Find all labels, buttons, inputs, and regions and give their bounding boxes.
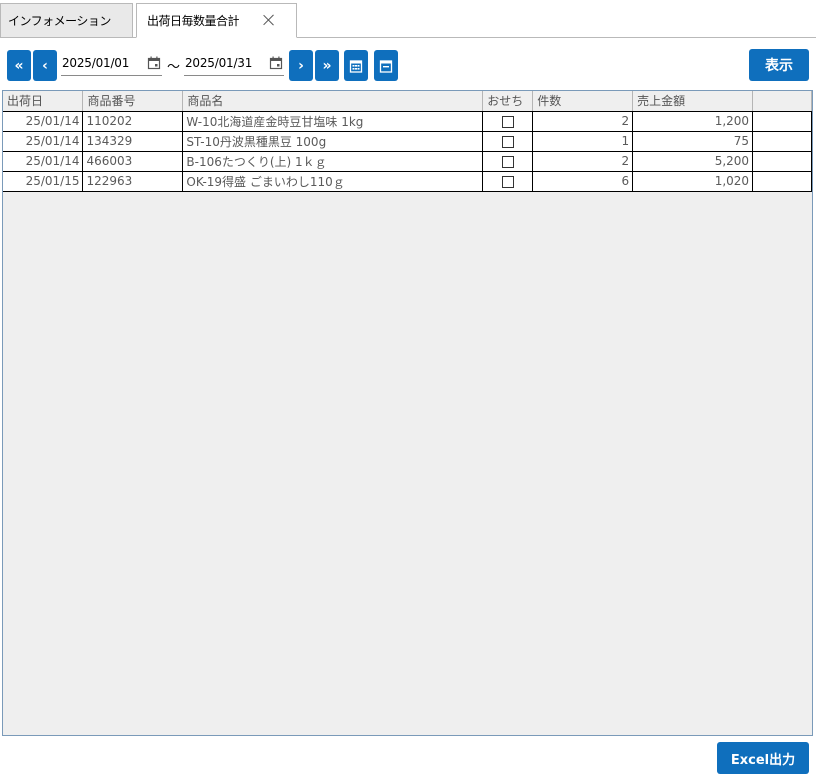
cell-count[interactable]: 2: [532, 151, 634, 172]
tab-bar: インフォメーション 出荷日毎数量合計: [0, 0, 816, 38]
date-to-field[interactable]: 2025/01/31: [184, 52, 284, 76]
cell-date[interactable]: 25/01/14: [3, 131, 84, 152]
next-month-button[interactable]: ›: [289, 50, 313, 81]
tab-information-label: インフォメーション: [8, 14, 111, 28]
chevron-left-icon: ‹: [42, 57, 48, 74]
column-header-code[interactable]: 商品番号: [82, 91, 184, 112]
cell-code[interactable]: 466003: [82, 151, 184, 172]
cell-count[interactable]: 1: [532, 131, 634, 152]
column-header-date[interactable]: 出荷日: [3, 91, 84, 112]
cell-spacer: [752, 131, 812, 152]
first-month-button[interactable]: «: [7, 50, 31, 81]
double-chevron-right-icon: »: [322, 57, 332, 74]
osechi-checkbox[interactable]: [501, 155, 514, 168]
column-header-count[interactable]: 件数: [532, 91, 634, 112]
prev-month-button[interactable]: ‹: [33, 50, 57, 81]
osechi-checkbox[interactable]: [501, 135, 514, 148]
chevron-right-icon: ›: [298, 57, 304, 74]
cell-date[interactable]: 25/01/14: [3, 151, 84, 172]
cell-amount[interactable]: 1,200: [632, 111, 754, 132]
calendar-grid-icon: [349, 59, 363, 73]
tab-shipping-totals-label: 出荷日毎数量合計: [147, 14, 240, 28]
calendar-icon[interactable]: [269, 56, 283, 70]
column-header-name[interactable]: 商品名: [182, 91, 484, 112]
results-table: 出荷日 商品番号 商品名 おせち 件数 売上金額 25/01/14 110202…: [3, 91, 812, 192]
cell-date[interactable]: 25/01/15: [3, 171, 84, 192]
cell-count[interactable]: 6: [532, 171, 634, 192]
table-row[interactable]: 25/01/15 122963 OK-19得盛 ごまいわし110ｇ 6 1,02…: [3, 171, 812, 192]
cell-count[interactable]: 2: [532, 111, 634, 132]
cell-name[interactable]: W-10北海道産金時豆甘塩味 1kg: [182, 111, 484, 132]
cell-code[interactable]: 134329: [82, 131, 184, 152]
cell-spacer: [752, 111, 812, 132]
cell-osechi[interactable]: [482, 151, 534, 172]
double-chevron-left-icon: «: [14, 57, 24, 74]
cell-osechi[interactable]: [482, 131, 534, 152]
tab-shipping-totals[interactable]: 出荷日毎数量合計: [136, 3, 297, 38]
cell-osechi[interactable]: [482, 171, 534, 192]
date-to-value: 2025/01/31: [185, 56, 253, 70]
date-from-field[interactable]: 2025/01/01: [61, 52, 162, 76]
month-calendar-button[interactable]: [344, 50, 368, 81]
cell-amount[interactable]: 5,200: [632, 151, 754, 172]
column-header-osechi[interactable]: おせち: [482, 91, 534, 112]
cell-name[interactable]: B-106たつくり(上) 1ｋｇ: [182, 151, 484, 172]
cell-spacer: [752, 151, 812, 172]
cell-code[interactable]: 110202: [82, 111, 184, 132]
show-button-label: 表示: [765, 58, 793, 74]
data-grid[interactable]: 出荷日 商品番号 商品名 おせち 件数 売上金額 25/01/14 110202…: [2, 90, 813, 736]
cell-name[interactable]: ST-10丹波黒種黒豆 100g: [182, 131, 484, 152]
cell-date[interactable]: 25/01/14: [3, 111, 84, 132]
last-month-button[interactable]: »: [315, 50, 339, 81]
cell-name[interactable]: OK-19得盛 ごまいわし110ｇ: [182, 171, 484, 192]
calendar-icon[interactable]: [147, 56, 161, 70]
excel-export-button[interactable]: Excel出力: [717, 742, 809, 774]
calendar-today-icon: [379, 59, 393, 73]
cell-amount[interactable]: 1,020: [632, 171, 754, 192]
tab-information[interactable]: インフォメーション: [0, 3, 133, 38]
column-header-amount[interactable]: 売上金額: [632, 91, 754, 112]
table-row[interactable]: 25/01/14 110202 W-10北海道産金時豆甘塩味 1kg 2 1,2…: [3, 111, 812, 132]
cell-spacer: [752, 171, 812, 192]
date-range-separator: 〜: [167, 60, 181, 75]
cell-amount[interactable]: 75: [632, 131, 754, 152]
date-from-value: 2025/01/01: [62, 56, 130, 70]
today-calendar-button[interactable]: [374, 50, 398, 81]
osechi-checkbox[interactable]: [501, 115, 514, 128]
table-row[interactable]: 25/01/14 466003 B-106たつくり(上) 1ｋｇ 2 5,200: [3, 151, 812, 172]
table-row[interactable]: 25/01/14 134329 ST-10丹波黒種黒豆 100g 1 75: [3, 131, 812, 152]
excel-export-label: Excel出力: [730, 752, 796, 768]
cell-osechi[interactable]: [482, 111, 534, 132]
osechi-checkbox[interactable]: [501, 175, 514, 188]
show-button[interactable]: 表示: [749, 49, 809, 81]
cell-code[interactable]: 122963: [82, 171, 184, 192]
table-header-row: 出荷日 商品番号 商品名 おせち 件数 売上金額: [3, 91, 812, 112]
close-icon[interactable]: [261, 12, 277, 28]
column-header-spacer: [752, 91, 812, 112]
